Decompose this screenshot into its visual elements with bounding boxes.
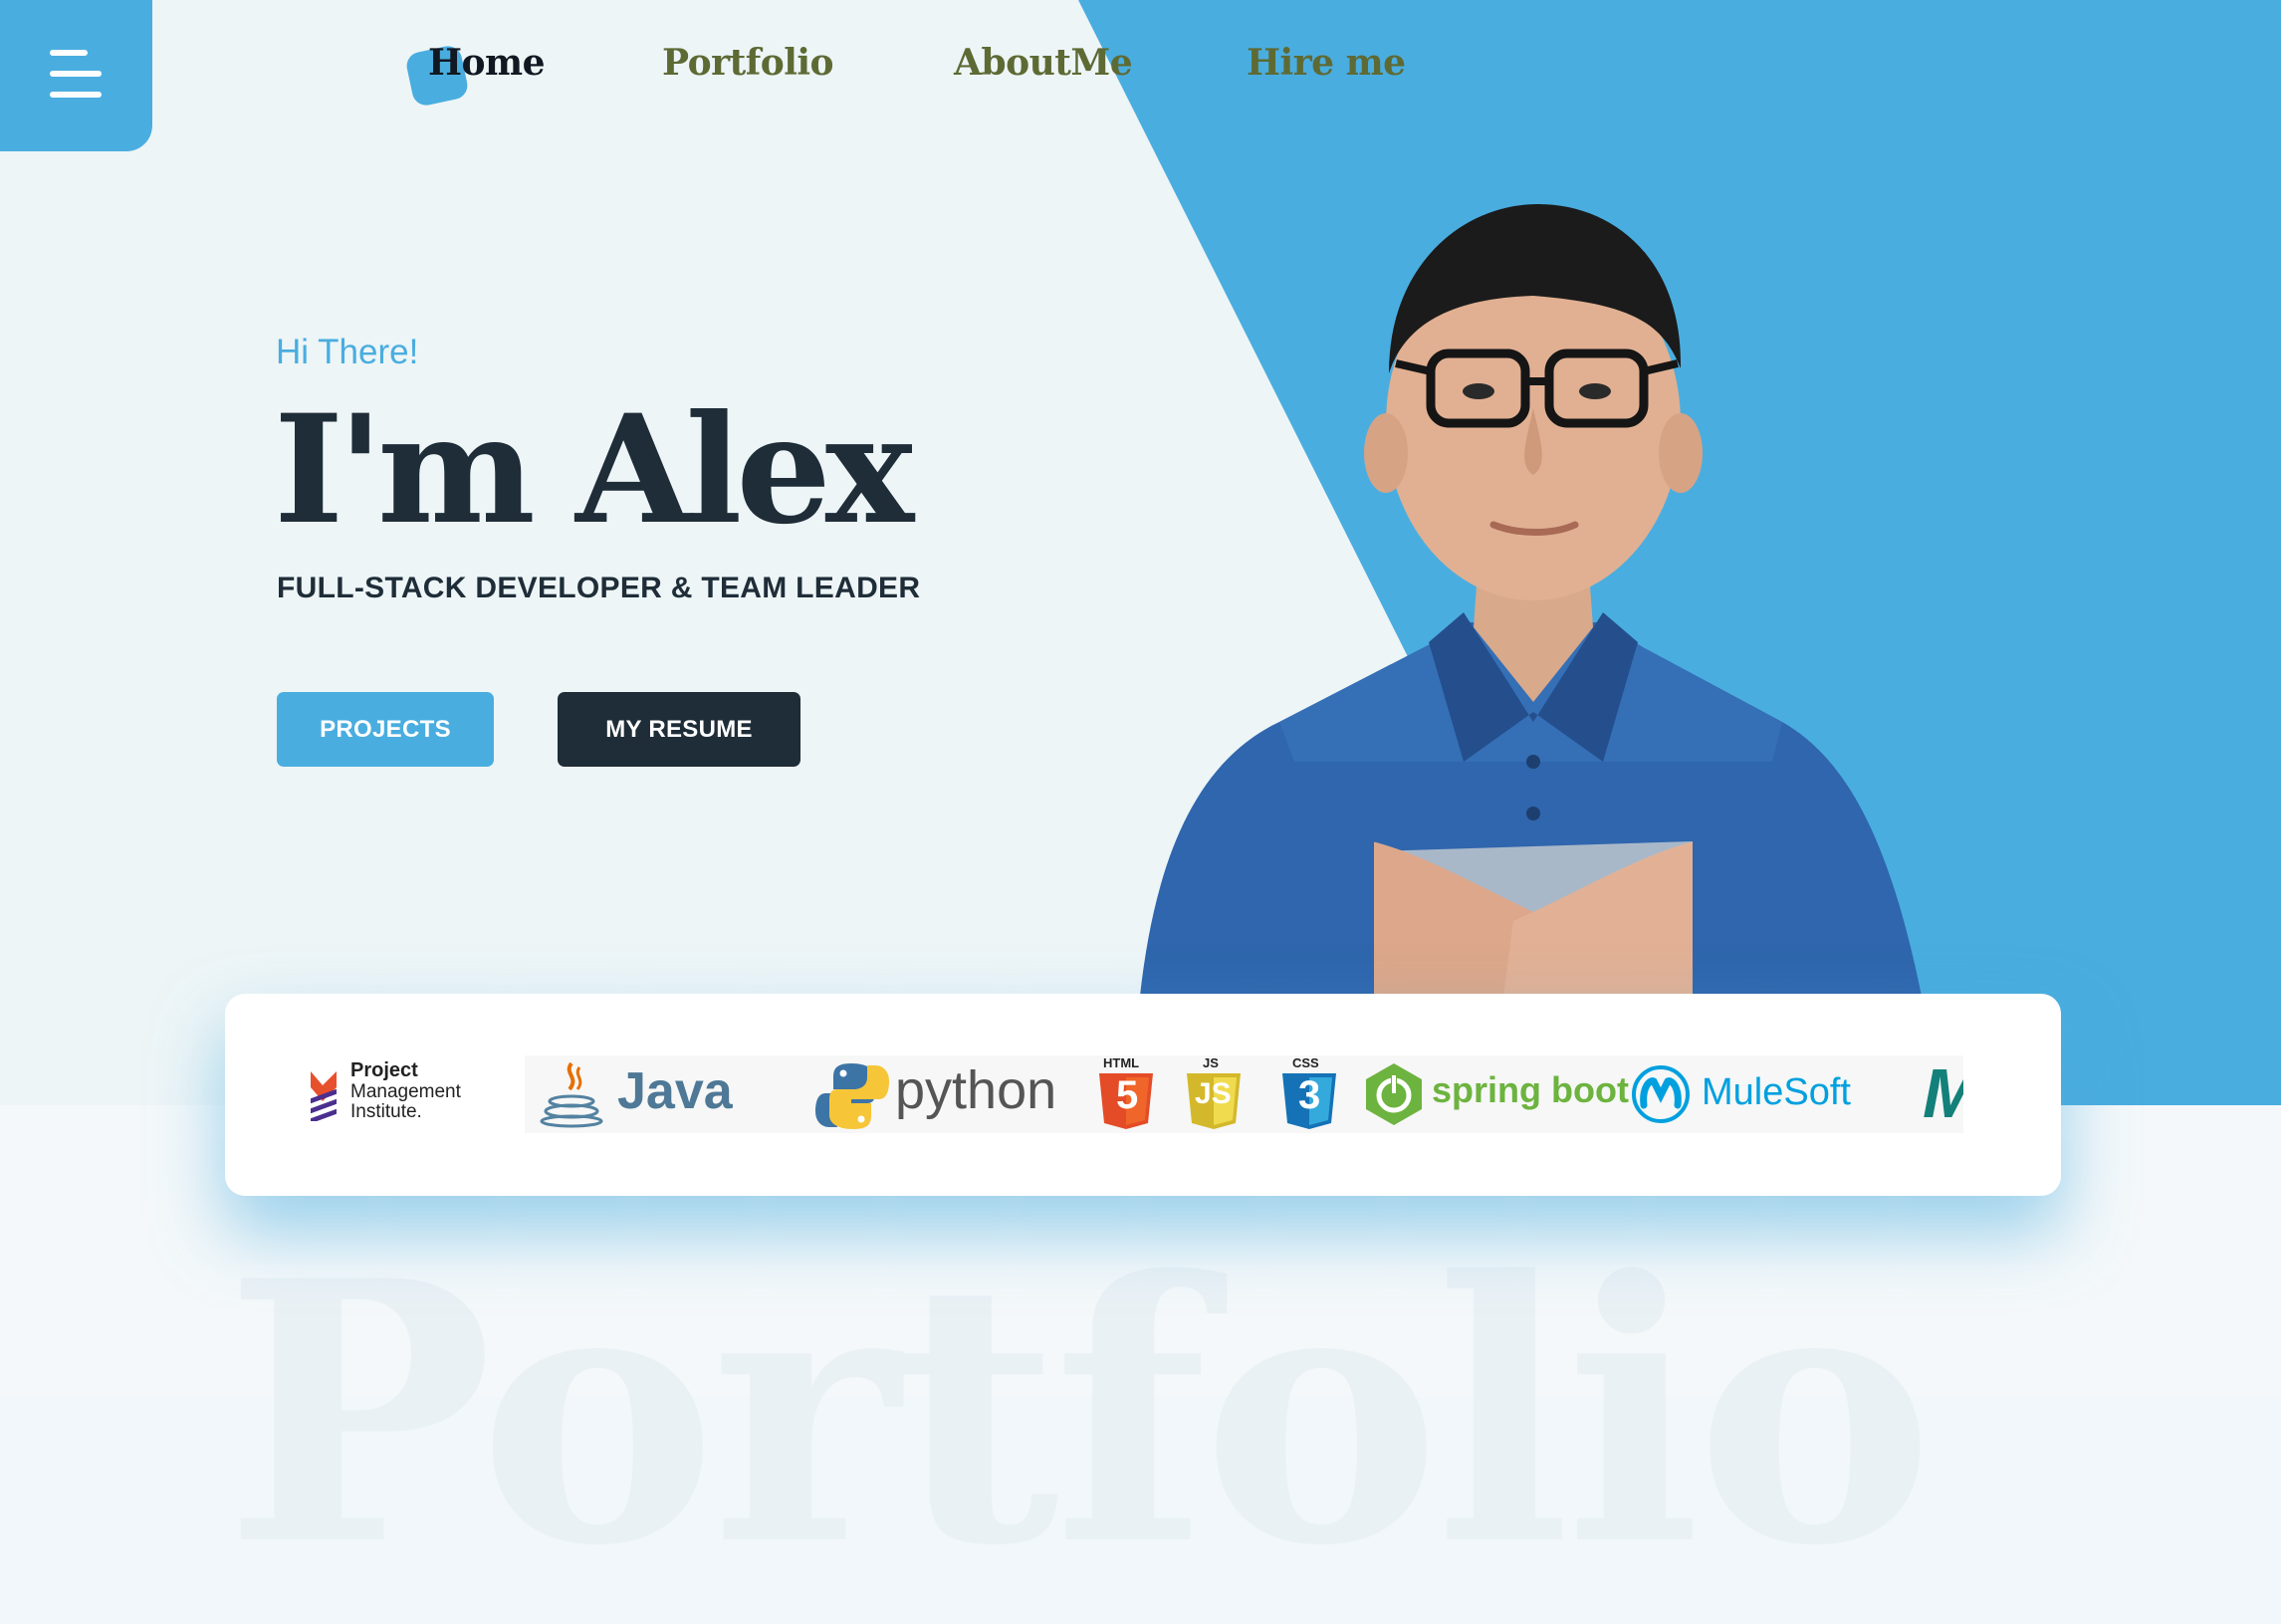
menu-button[interactable]	[0, 0, 152, 151]
css-text: CSS	[1292, 1055, 1319, 1070]
html-text: HTML	[1103, 1055, 1140, 1070]
spring-boot-logo: spring boot	[1356, 1055, 1629, 1133]
python-logo: python	[813, 1055, 1087, 1133]
nav-item-aboutme[interactable]: AboutMe	[954, 42, 1133, 85]
partial-logo-text: M	[1923, 1055, 1963, 1133]
skills-logo-strip: Project Management Institute. Java pytho…	[301, 1055, 1963, 1133]
pmi-line-2: Management	[350, 1081, 461, 1102]
background-watermark-text: Portfolio	[224, 1203, 1935, 1624]
pmi-line-1: Project	[350, 1059, 418, 1081]
python-snake-icon	[815, 1063, 889, 1129]
python-text: python	[895, 1060, 1057, 1120]
html-number: 5	[1116, 1073, 1139, 1117]
hero-headline: I'm Alex	[274, 382, 914, 558]
spring-boot-text: spring boot	[1432, 1069, 1629, 1110]
pmi-line-3: Institute.	[350, 1101, 422, 1122]
html5-logo: HTML 5	[1089, 1055, 1161, 1133]
nav-item-hire-me[interactable]: Hire me	[1247, 42, 1406, 85]
java-cup-icon	[540, 1061, 603, 1128]
mulesoft-m-icon	[1632, 1065, 1690, 1123]
js-text: JS	[1203, 1055, 1219, 1070]
my-resume-button[interactable]: MY RESUME	[558, 692, 800, 767]
nav-item-portfolio[interactable]: Portfolio	[662, 42, 834, 85]
hero-greeting: Hi There!	[276, 333, 419, 371]
java-logo: Java	[530, 1055, 813, 1133]
spring-power-icon	[1366, 1063, 1422, 1125]
pmi-logo: Project Management Institute.	[301, 1055, 525, 1133]
javascript-logo: JS JS	[1177, 1055, 1251, 1133]
pmi-mark-icon	[311, 1071, 337, 1121]
mulesoft-text: MuleSoft	[1702, 1071, 1851, 1113]
projects-button[interactable]: PROJECTS	[277, 692, 494, 767]
partial-logo: M	[1919, 1055, 1963, 1133]
nav-item-home[interactable]: Home	[428, 42, 546, 85]
hero-subtitle: FULL-STACK DEVELOPER & TEAM LEADER	[277, 572, 921, 604]
skills-logo-card: Project Management Institute. Java pytho…	[225, 994, 2061, 1196]
css3-logo: CSS 3	[1272, 1055, 1346, 1133]
profile-photo	[1140, 204, 1922, 996]
java-text: Java	[617, 1062, 733, 1120]
js-mark: JS	[1195, 1077, 1232, 1110]
mulesoft-logo: MuleSoft	[1630, 1055, 1914, 1133]
css-number: 3	[1298, 1073, 1321, 1117]
